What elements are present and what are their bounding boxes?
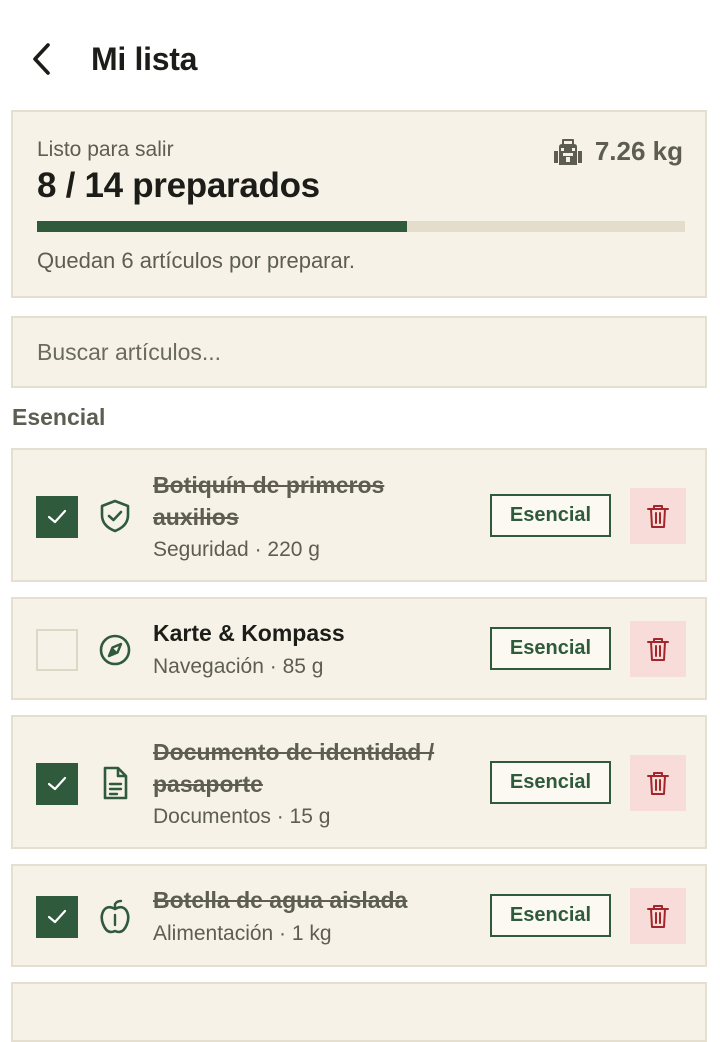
item-meta: Seguridad · 220 g [153,538,320,561]
item-checkbox[interactable] [36,763,78,805]
category-icon [97,632,133,668]
list-item: Botiquín de primeros auxilios Seguridad … [11,448,707,582]
essential-tag-button[interactable]: Esencial [490,494,611,537]
category-icon [97,899,133,935]
item-meta: Navegación · 85 g [153,655,324,678]
check-icon [47,909,67,924]
delete-button[interactable] [630,621,686,677]
list-item: Karte & Kompass Navegación · 85 g Esenci… [11,597,707,700]
app-header: Mi lista [0,0,720,112]
total-weight-value: 7.26 kg [594,136,683,166]
packing-summary-card: Listo para salir 8 / 14 preparados 7.26 … [11,110,707,298]
back-button[interactable] [22,38,62,80]
item-meta: Alimentación · 1 kg [153,922,332,945]
item-name: Documento de identidad / pasaporte [153,739,435,797]
essential-tag-button[interactable]: Esencial [490,894,611,937]
total-weight: 7.26 kg [553,136,683,167]
category-icon [97,498,133,534]
apple-icon [100,899,130,934]
progress-bar [37,221,685,232]
item-name: Botiquín de primeros auxilios [153,472,385,530]
trash-icon [647,638,669,661]
chevron-left-icon [33,43,50,75]
trash-icon [647,505,669,528]
item-name: Botella de agua aislada [153,887,408,913]
delete-button[interactable] [630,488,686,544]
item-checkbox[interactable] [36,496,78,538]
trash-icon [647,905,669,928]
page-title: Mi lista [91,41,198,77]
essential-tag-button[interactable]: Esencial [490,761,611,804]
list-item: Botella de agua aislada Alimentación · 1… [11,864,707,967]
compass-icon [99,634,131,666]
remaining-text: Quedan 6 artículos por preparar. [37,248,355,273]
list-item-partial [11,982,707,1042]
search-box [11,316,707,388]
item-name: Karte & Kompass [153,620,345,646]
shield-check-icon [100,499,130,533]
item-meta: Documentos · 15 g [153,805,331,828]
trash-icon [647,772,669,795]
check-icon [47,776,67,791]
delete-button[interactable] [630,755,686,811]
item-checkbox[interactable] [36,629,78,671]
progress-bar-fill [37,221,407,232]
packed-count: 8 / 14 preparados [37,166,320,205]
essential-tag-button[interactable]: Esencial [490,627,611,670]
check-icon [47,509,67,524]
summary-eyebrow: Listo para salir [37,138,174,161]
search-input[interactable] [13,318,705,386]
backpack-icon [553,138,582,165]
section-title: Esencial [12,404,106,430]
document-icon [103,766,128,800]
item-checkbox[interactable] [36,896,78,938]
delete-button[interactable] [630,888,686,944]
category-icon [97,765,133,801]
list-item: Documento de identidad / pasaporte Docum… [11,715,707,849]
